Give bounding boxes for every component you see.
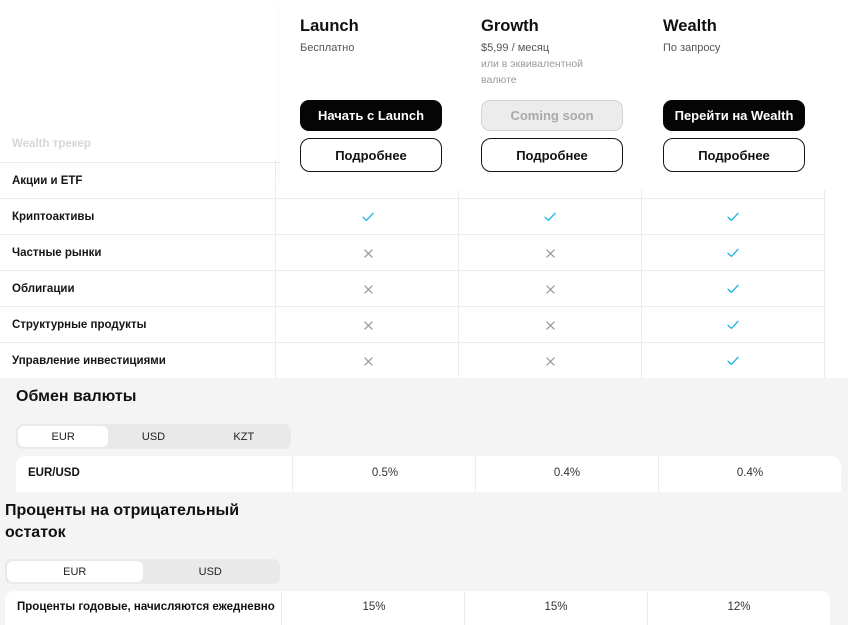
check-icon [727,212,739,222]
launch-rate: 0.5% [371,467,399,479]
plan-price: По запросу [663,42,721,54]
feature-cell [459,199,641,235]
cross-icon [363,248,373,258]
tab-usd[interactable]: USD [108,426,198,447]
tab-kzt[interactable]: KZT [199,426,289,447]
feature-label: Управление инвестициями [12,355,166,367]
currency-exchange-section: Обмен валюты EUR USD KZT EUR/USD 0.5% 0.… [0,378,848,492]
feature-cell [459,307,641,343]
plan-name: Growth [481,17,539,35]
feature-cell [277,235,459,271]
growth-rate: 0.4% [553,467,581,479]
row-label: EUR/USD [28,467,80,479]
tab-eur[interactable]: EUR [7,561,143,582]
plan-comparison-table: Wealth трекер Акции и ETF Криптоактивы Ч… [0,0,826,380]
feature-cell [642,271,824,307]
plan-card-launch: Launch Бесплатно Начать с Launch Подробн… [280,0,462,190]
start-launch-button[interactable]: Начать с Launch [300,100,442,131]
column-divider [292,456,293,492]
growth-interest: 15% [544,601,568,613]
cross-icon [363,320,373,330]
row-label: Проценты годовые, начисляются ежедневно [17,601,275,613]
feature-cell [277,271,459,307]
interest-rate-row: Проценты годовые, начисляются ежедневно … [5,591,830,625]
plan-price: $5,99 / месяц [481,42,550,54]
plan-name: Wealth [663,17,717,35]
feature-cell [277,199,459,235]
plan-card-growth: Growth $5,99 / месяц или в эквивалентной… [461,0,643,190]
pricing-page: Wealth трекер Акции и ETF Криптоактивы Ч… [0,0,848,625]
cross-icon [545,284,555,294]
feature-label-faded: Wealth трекер [12,138,91,150]
feature-cell [642,199,824,235]
wealth-details-button[interactable]: Подробнее [663,138,805,172]
launch-details-button[interactable]: Подробнее [300,138,442,172]
go-to-wealth-button[interactable]: Перейти на Wealth [663,100,805,131]
currency-tabs: EUR USD KZT [16,424,291,449]
plan-card-wealth: Wealth По запросу Перейти на Wealth Подр… [643,0,825,190]
cross-icon [363,284,373,294]
check-icon [727,284,739,294]
check-icon [362,212,374,222]
check-icon [727,356,739,366]
feature-row: Облигации [0,270,826,306]
section-title: Проценты на отрицательный остаток [5,502,240,541]
feature-row: Криптоактивы [0,198,826,234]
growth-coming-soon-button: Coming soon [481,100,623,131]
wealth-rate: 0.4% [736,467,764,479]
feature-row: Частные рынки [0,234,826,270]
cross-icon [545,248,555,258]
column-divider [275,160,276,380]
fx-rate-row: EUR/USD 0.5% 0.4% 0.4% [16,456,841,492]
launch-interest: 15% [362,601,386,613]
feature-cell [459,271,641,307]
growth-details-button[interactable]: Подробнее [481,138,623,172]
feature-row: Структурные продукты [0,306,826,342]
feature-cell [459,235,641,271]
feature-label: Структурные продукты [12,319,147,331]
feature-label: Криптоактивы [12,211,95,223]
plan-name: Launch [300,17,359,35]
feature-label: Облигации [12,283,75,295]
check-icon [544,212,556,222]
feature-cell [642,235,824,271]
cross-icon [363,356,373,366]
feature-label: Акции и ETF [12,175,83,187]
feature-label: Частные рынки [12,247,102,259]
tab-usd[interactable]: USD [143,561,279,582]
feature-cell [642,307,824,343]
negative-balance-section: Проценты на отрицательный остаток EUR US… [0,492,848,625]
check-icon [727,320,739,330]
feature-row: Управление инвестициями [0,342,826,378]
wealth-interest: 12% [727,601,751,613]
cross-icon [545,356,555,366]
feature-cell [642,343,824,379]
section-title: Обмен валюты [16,388,137,405]
column-divider [281,591,282,625]
tab-eur[interactable]: EUR [18,426,109,447]
feature-cell [277,307,459,343]
plan-price: Бесплатно [300,42,355,54]
check-icon [727,248,739,258]
currency-tabs: EUR USD [5,559,280,584]
feature-cell [277,343,459,379]
cross-icon [545,320,555,330]
feature-cell [459,343,641,379]
plan-price-note: или в эквивалентной валюте [481,58,584,86]
